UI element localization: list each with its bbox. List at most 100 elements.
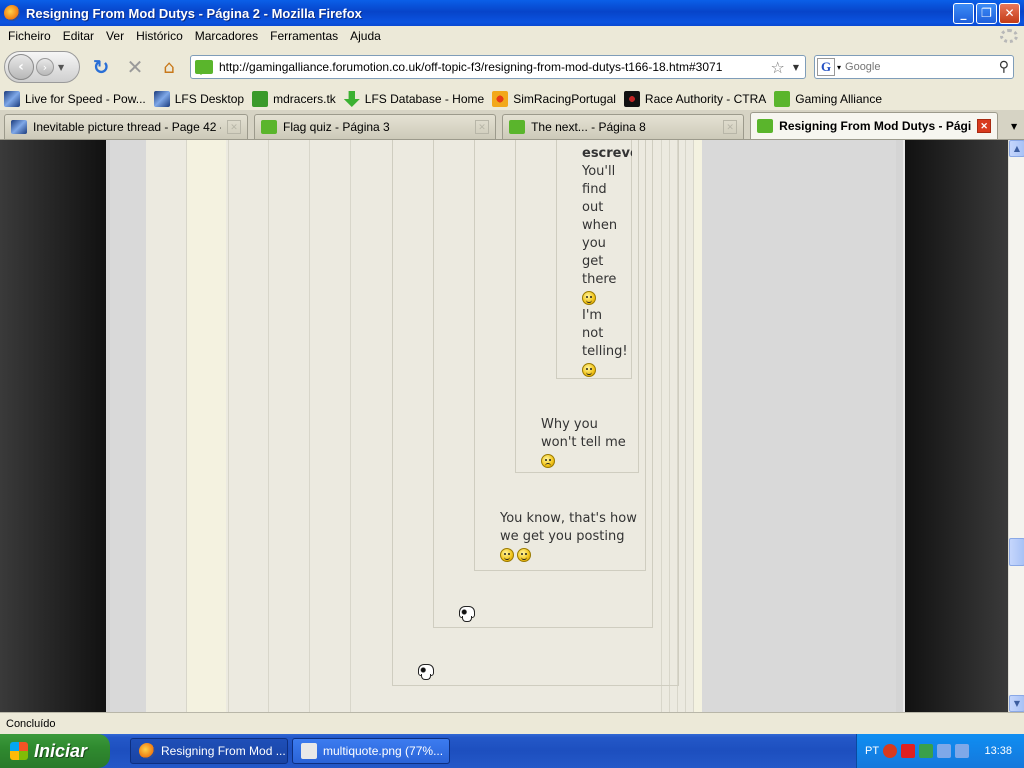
- menu-ajuda[interactable]: Ajuda: [344, 29, 387, 43]
- back-forward-group: ‹ › ▼: [4, 51, 80, 83]
- google-engine-icon[interactable]: G: [817, 58, 835, 76]
- tab-close-icon[interactable]: ✕: [475, 120, 490, 134]
- bookmark-gaming-alliance[interactable]: Gaming Alliance: [774, 91, 882, 107]
- reload-button[interactable]: ↻: [88, 54, 114, 80]
- wink-emoticon-icon: [500, 547, 514, 562]
- tray-app-icon[interactable]: [883, 744, 898, 758]
- quote-stripe: [350, 140, 390, 712]
- minimize-button[interactable]: _: [953, 2, 974, 24]
- grin-emoticon-icon: [517, 547, 531, 562]
- menu-historico[interactable]: Histórico: [130, 29, 189, 43]
- url-text[interactable]: http://gamingalliance.forumotion.co.uk/o…: [219, 60, 771, 74]
- alien-emoticon-icon: [459, 606, 475, 627]
- right-background: [903, 140, 1008, 712]
- status-bar: Concluído: [0, 712, 1024, 734]
- speech-bubble-icon: [509, 120, 526, 134]
- confused-emoticon-icon: [541, 453, 555, 468]
- system-tray: PT 13:38: [856, 734, 1024, 768]
- mdracers-icon: [252, 91, 269, 107]
- bookmark-lfs-database[interactable]: LFS Database - Home: [343, 91, 484, 107]
- quote-message-1: escreve You'll find out when you get the…: [582, 145, 632, 379]
- speech-bubble-icon: [261, 120, 277, 134]
- engine-dropdown-icon[interactable]: ▾: [837, 63, 841, 72]
- window-title: Resigning From Mod Dutys - Página 2 - Mo…: [26, 5, 362, 21]
- firefox-icon: [139, 743, 155, 759]
- bookmark-star-icon[interactable]: ☆: [771, 58, 785, 77]
- taskbar-button-image-viewer[interactable]: multiquote.png (77%...: [292, 738, 450, 764]
- lfs-icon: [11, 120, 27, 134]
- menu-marcadores[interactable]: Marcadores: [189, 29, 264, 43]
- speech-bubble-icon: [774, 91, 791, 107]
- menu-ficheiro[interactable]: Ficheiro: [2, 29, 57, 43]
- quote-message-2: Why you won't tell me: [541, 416, 651, 470]
- speech-bubble-icon: [757, 119, 774, 133]
- forum-post-area: escreve You'll find out when you get the…: [146, 140, 702, 712]
- quote-author: escreve: [582, 146, 632, 161]
- firefox-icon: [4, 5, 20, 21]
- tab-close-icon[interactable]: ✕: [227, 120, 241, 134]
- search-input[interactable]: [845, 61, 999, 73]
- maximize-button[interactable]: ❐: [976, 2, 997, 24]
- status-text: Concluído: [6, 717, 56, 730]
- close-button[interactable]: ✕: [999, 2, 1020, 24]
- search-box[interactable]: G ▾ ⚲: [814, 55, 1014, 79]
- home-button[interactable]: ⌂: [156, 54, 182, 80]
- quote-stripe: [693, 140, 702, 712]
- lfs-icon: [153, 91, 170, 107]
- race-authority-icon: [623, 91, 640, 107]
- scroll-down-button[interactable]: ▼: [1009, 695, 1024, 712]
- image-file-icon: [301, 743, 317, 759]
- simracing-icon: [492, 91, 509, 107]
- windows-taskbar: Iniciar Resigning From Mod ... multiquot…: [0, 734, 1024, 768]
- start-button[interactable]: Iniciar: [0, 734, 110, 768]
- page-content: escreve You'll find out when you get the…: [0, 140, 1008, 712]
- url-bar[interactable]: http://gamingalliance.forumotion.co.uk/o…: [190, 55, 806, 79]
- throbber-icon: [1000, 29, 1018, 43]
- stop-button[interactable]: ✕: [122, 54, 148, 80]
- smile-emoticon-icon: [582, 290, 596, 305]
- url-dropdown-icon[interactable]: ▼: [793, 63, 799, 72]
- tab-close-icon[interactable]: ✕: [723, 120, 738, 134]
- bookmark-live-for-speed[interactable]: Live for Speed - Pow...: [4, 91, 146, 107]
- bookmark-lfs-desktop[interactable]: LFS Desktop: [153, 91, 244, 107]
- history-dropdown-icon[interactable]: ▼: [58, 63, 64, 72]
- tab-the-next[interactable]: The next... - Página 8 ✕: [502, 114, 745, 139]
- back-button[interactable]: ‹: [8, 54, 34, 80]
- ati-icon[interactable]: [901, 744, 916, 758]
- taskbar-button-firefox[interactable]: Resigning From Mod ...: [130, 738, 288, 764]
- site-favicon-icon: [195, 60, 213, 75]
- quote-stripe: [685, 140, 693, 712]
- tab-flag-quiz[interactable]: Flag quiz - Página 3 ✕: [254, 114, 497, 139]
- bookmark-simracingportugal[interactable]: SimRacingPortugal: [492, 91, 616, 107]
- lfs-icon: [4, 91, 20, 107]
- windows-logo-icon: [10, 742, 28, 760]
- forward-button[interactable]: ›: [36, 58, 54, 76]
- bookmark-race-authority[interactable]: Race Authority - CTRA: [623, 91, 766, 107]
- tab-resigning-from-mod-dutys[interactable]: Resigning From Mod Dutys - Pági... ✕: [750, 112, 999, 139]
- menu-ferramentas[interactable]: Ferramentas: [264, 29, 344, 43]
- clock[interactable]: 13:38: [984, 745, 1012, 757]
- network-icon[interactable]: [919, 744, 934, 758]
- menu-editar[interactable]: Editar: [57, 29, 100, 43]
- tongue-emoticon-icon: [582, 362, 596, 377]
- alien-emoticon-icon: [418, 664, 434, 685]
- tab-inevitable-picture-thread[interactable]: Inevitable picture thread - Page 42 - Li…: [4, 114, 248, 139]
- quote-stripe: [268, 140, 308, 712]
- vertical-scrollbar[interactable]: ▲ ▼: [1008, 140, 1024, 712]
- menu-bar: Ficheiro Editar Ver Histórico Marcadores…: [0, 26, 1024, 46]
- window-titlebar: Resigning From Mod Dutys - Página 2 - Mo…: [0, 0, 1024, 26]
- download-icon: [343, 91, 360, 107]
- navigation-toolbar: ‹ › ▼ ↻ ✕ ⌂ http://gamingalliance.forumo…: [0, 46, 1024, 88]
- quote-stripe: [228, 140, 268, 712]
- tab-bar: Inevitable picture thread - Page 42 - Li…: [0, 110, 1024, 140]
- bookmark-mdracers[interactable]: mdracers.tk: [252, 91, 336, 107]
- menu-ver[interactable]: Ver: [100, 29, 130, 43]
- network-icon[interactable]: [937, 744, 952, 758]
- scrollbar-thumb[interactable]: [1009, 538, 1024, 566]
- scroll-up-button[interactable]: ▲: [1009, 140, 1024, 157]
- tab-close-icon[interactable]: ✕: [977, 119, 992, 133]
- search-icon[interactable]: ⚲: [999, 59, 1009, 75]
- network-icon[interactable]: [955, 744, 970, 758]
- language-indicator[interactable]: PT: [865, 745, 879, 757]
- list-all-tabs-button[interactable]: ▼: [1004, 114, 1024, 139]
